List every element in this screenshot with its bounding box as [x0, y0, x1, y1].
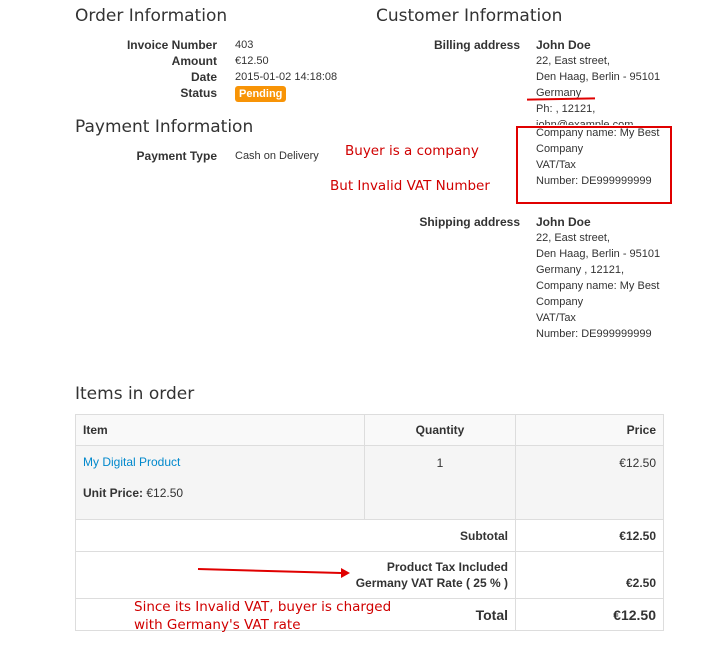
status-label: Status: [180, 86, 217, 100]
shipping-line: 22, East street,: [536, 232, 610, 244]
item-cell: My Digital Product Unit Price: €12.50: [75, 445, 365, 520]
company-vat-highlight-box: [516, 126, 672, 204]
date-label: Date: [190, 70, 217, 84]
amount-label: Amount: [171, 54, 217, 68]
billing-line: 22, East street,: [536, 55, 610, 67]
billing-line: Den Haag, Berlin - 95101: [536, 71, 661, 83]
annotation-buyer-company: Buyer is a company: [345, 143, 479, 159]
shipping-company: Company: [536, 296, 584, 308]
arrow-head: [341, 568, 350, 578]
billing-email: john@example.com: [536, 119, 634, 125]
col-header-item: Item: [75, 414, 365, 446]
status-badge: Pending: [235, 86, 287, 102]
order-info-heading: Order Information: [75, 6, 228, 26]
invoice-number-label: Invoice Number: [126, 38, 217, 52]
items-heading: Items in order: [75, 384, 195, 404]
product-link[interactable]: My Digital Product: [83, 455, 357, 469]
shipping-name: John Doe: [536, 215, 591, 229]
table-row: My Digital Product Unit Price: €12.50 1 …: [75, 445, 664, 520]
tax-row: Product Tax Included Germany VAT Rate ( …: [75, 551, 664, 599]
payment-type-label: Payment Type: [136, 149, 217, 163]
quantity-cell: 1: [364, 445, 516, 520]
subtotal-value: €12.50: [515, 519, 664, 552]
table-header-row: Item Quantity Price: [75, 414, 664, 446]
billing-address-label: Billing address: [433, 38, 520, 52]
subtotal-row: Subtotal €12.50: [75, 519, 664, 552]
tax-value: €2.50: [515, 551, 664, 599]
subtotal-label: Subtotal: [75, 519, 516, 552]
annotation-charged-line2: with Germany's VAT rate: [134, 617, 301, 633]
col-header-quantity: Quantity: [364, 414, 516, 446]
date-value: 2015-01-02 14:18:08: [235, 71, 338, 83]
shipping-address-label: Shipping address: [419, 215, 520, 229]
arrow-shaft: [197, 568, 342, 574]
shipping-line: Germany , 12121,: [536, 264, 625, 276]
unit-price: Unit Price: €12.50: [83, 486, 357, 500]
unit-price-value: €12.50: [146, 486, 184, 500]
shipping-vat: VAT/Tax: [536, 312, 576, 324]
annotation-charged-line1: Since its Invalid VAT, buyer is charged: [134, 599, 392, 615]
arrow-annotation: [197, 568, 350, 578]
annotation-invalid-vat: But Invalid VAT Number: [330, 178, 490, 194]
amount-value: €12.50: [235, 55, 269, 67]
shipping-company: Company name: My Best: [536, 280, 660, 292]
billing-phone: Ph: , 12121,: [536, 103, 596, 115]
customer-info-heading: Customer Information: [376, 6, 563, 26]
price-cell: €12.50: [515, 445, 664, 520]
total-value: €12.50: [515, 598, 664, 631]
payment-info-heading: Payment Information: [75, 117, 254, 137]
unit-price-label: Unit Price:: [83, 486, 144, 500]
col-header-price: Price: [515, 414, 664, 446]
invoice-number-value: 403: [235, 39, 254, 51]
shipping-vat-number: Number: DE999999999: [536, 328, 652, 340]
payment-type-value: Cash on Delivery: [235, 150, 319, 162]
billing-name: John Doe: [536, 38, 591, 52]
shipping-address: John Doe 22, East street, Den Haag, Berl…: [536, 214, 671, 342]
shipping-line: Den Haag, Berlin - 95101: [536, 248, 661, 260]
